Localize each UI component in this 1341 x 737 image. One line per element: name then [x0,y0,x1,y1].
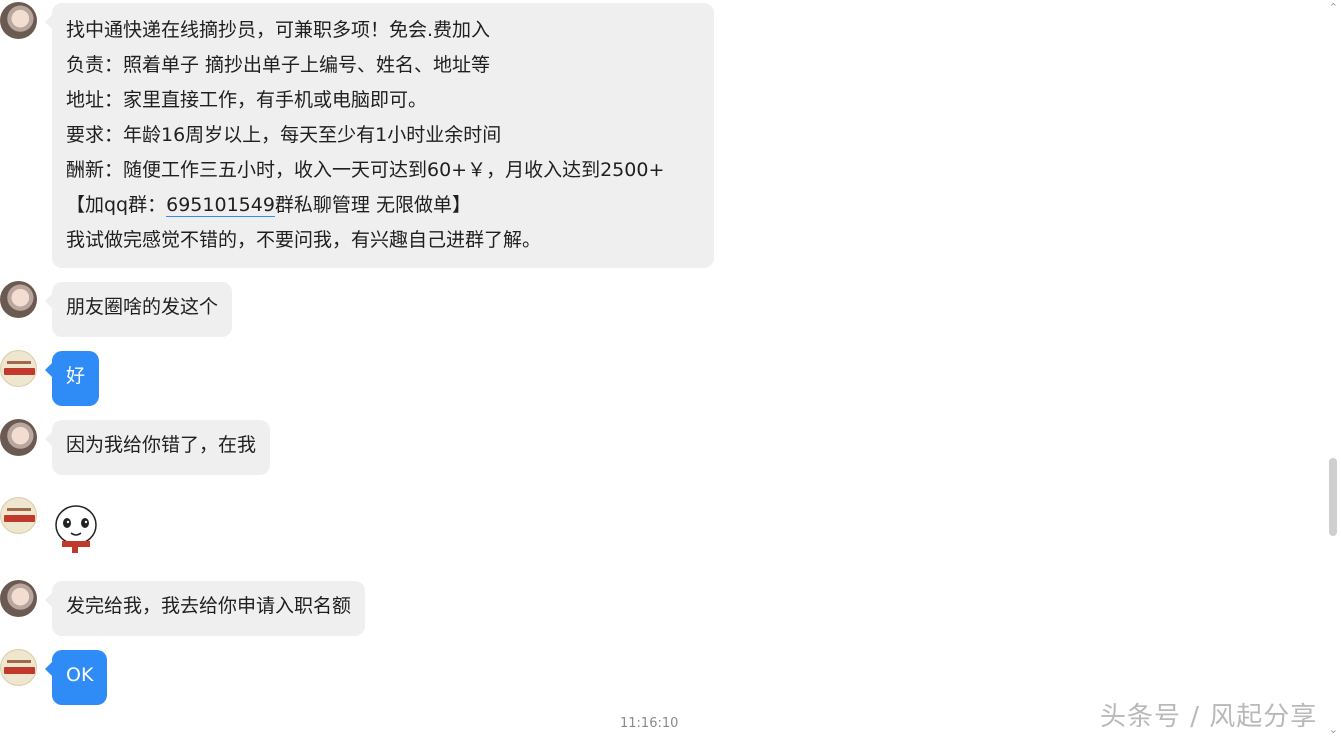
panda-face-sticker[interactable] [52,503,100,553]
message-line: 负责：照着单子 摘抄出单子上编号、姓名、地址等 [66,54,491,76]
contact-avatar[interactable] [0,281,37,318]
contact-avatar[interactable] [0,2,37,39]
qq-group-link[interactable]: 695101549 [166,194,275,217]
message-line: 要求：年龄16周岁以上，每天至少有1小时业余时间 [66,124,502,146]
message-line: 找中通快递在线摘抄员，可兼职多项！免会.费加入 [66,19,491,41]
watermark: 头条号 / 风起分享 [1100,702,1318,732]
line-suffix: 群私聊管理 无限做单】 [274,194,471,216]
message-bubble-incoming[interactable]: 因为我给你错了，在我 [52,420,271,475]
message-bubble-incoming[interactable]: 发完给我，我去给你申请入职名额 [52,581,366,636]
message-line: 地址：家里直接工作，有手机或电脑即可。 [66,89,428,111]
message-line: 【加qq群：695101549群私聊管理 无限做单】 [66,188,700,223]
contact-avatar[interactable] [0,580,37,617]
my-avatar[interactable] [0,350,37,387]
scroll-up-icon[interactable]: ⌃ [1329,2,1338,13]
contact-avatar[interactable] [0,419,37,456]
my-avatar[interactable] [0,497,37,534]
scroll-down-icon[interactable]: ⌄ [1329,724,1338,735]
line-prefix: 【加qq群： [66,194,167,216]
message-bubble-incoming[interactable]: 朋友圈啥的发这个 [52,282,233,337]
message-line: 我试做完感觉不错的，不要问我，有兴趣自己进群了解。 [66,229,542,251]
scrollbar[interactable]: ⌃ ⌄ [1327,0,1341,737]
scrollbar-thumb[interactable] [1329,458,1337,536]
message-bubble-outgoing[interactable]: OK [52,650,108,705]
message-bubble-incoming[interactable]: 找中通快递在线摘抄员，可兼职多项！免会.费加入 负责：照着单子 摘抄出单子上编号… [52,3,714,268]
my-avatar[interactable] [0,649,37,686]
message-bubble-outgoing[interactable]: 好 [52,351,100,406]
message-timestamp: 11:16:10 [620,716,679,731]
message-line: 酬新：随便工作三五小时，收入一天可达到60+￥，月收入达到2500+ [66,159,665,181]
